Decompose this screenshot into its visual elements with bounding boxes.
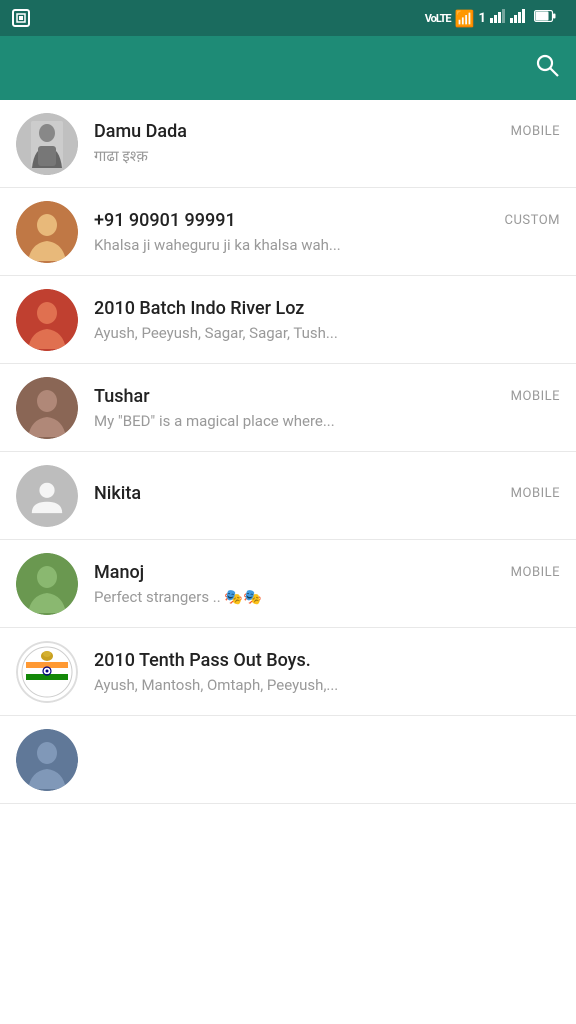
contact-name: Manoj xyxy=(94,562,144,583)
contact-item-damu-dada[interactable]: Damu Dada MOBILE गाढा इश्क़ xyxy=(0,100,576,188)
contact-label: MOBILE xyxy=(511,124,560,139)
contact-info: Tushar MOBILE My "BED" is a magical plac… xyxy=(94,386,560,430)
contact-item-partial[interactable] xyxy=(0,716,576,804)
contact-item-number-91[interactable]: +91 90901 99991 CUSTOM Khalsa ji wahegur… xyxy=(0,188,576,276)
contact-name: +91 90901 99991 xyxy=(94,210,236,231)
volte-icon: VoLTE xyxy=(425,12,451,25)
header xyxy=(0,36,576,100)
contact-info: 2010 Batch Indo River Loz Ayush, Peeyush… xyxy=(94,298,560,342)
avatar xyxy=(16,641,78,703)
contact-status: Perfect strangers .. 🎭🎭 xyxy=(94,588,262,606)
search-button[interactable] xyxy=(534,52,560,84)
avatar xyxy=(16,729,78,791)
contact-item-nikita[interactable]: Nikita MOBILE xyxy=(0,452,576,540)
contact-status: My "BED" is a magical place where... xyxy=(94,412,335,430)
contact-label: MOBILE xyxy=(511,486,560,501)
contact-name: Nikita xyxy=(94,483,141,504)
signal-icon xyxy=(490,9,506,27)
contact-item-tenth-boys[interactable]: 2010 Tenth Pass Out Boys. Ayush, Mantosh… xyxy=(0,628,576,716)
screenshot-icon xyxy=(12,9,30,27)
avatar xyxy=(16,113,78,175)
contact-item-tushar[interactable]: Tushar MOBILE My "BED" is a magical plac… xyxy=(0,364,576,452)
signal2-icon xyxy=(510,9,526,27)
avatar xyxy=(16,553,78,615)
contact-name: Tushar xyxy=(94,386,150,407)
contact-label: MOBILE xyxy=(511,389,560,404)
contact-item-batch-2010[interactable]: 2010 Batch Indo River Loz Ayush, Peeyush… xyxy=(0,276,576,364)
contact-status: Khalsa ji waheguru ji ka khalsa wah... xyxy=(94,236,341,254)
sim-icon: 1 xyxy=(479,11,486,26)
avatar xyxy=(16,377,78,439)
contact-name: Damu Dada xyxy=(94,121,187,142)
contact-name: 2010 Tenth Pass Out Boys. xyxy=(94,650,311,671)
wifi-icon: 📶 xyxy=(455,9,475,28)
contact-list: Damu Dada MOBILE गाढा इश्क़ +91 90901 99… xyxy=(0,100,576,1024)
contact-item-manoj[interactable]: Manoj MOBILE Perfect strangers .. 🎭🎭 xyxy=(0,540,576,628)
contact-status: Ayush, Mantosh, Omtaph, Peeyush,... xyxy=(94,676,338,694)
contact-name: 2010 Batch Indo River Loz xyxy=(94,298,304,319)
status-icons: VoLTE 📶 1 xyxy=(425,9,564,28)
battery-icon xyxy=(534,10,556,26)
contact-status: Ayush, Peeyush, Sagar, Sagar, Tush... xyxy=(94,324,338,342)
contact-info: 2010 Tenth Pass Out Boys. Ayush, Mantosh… xyxy=(94,650,560,694)
status-bar: VoLTE 📶 1 xyxy=(0,0,576,36)
contact-info: +91 90901 99991 CUSTOM Khalsa ji wahegur… xyxy=(94,210,560,254)
contact-label: MOBILE xyxy=(511,565,560,580)
contact-info xyxy=(94,758,560,762)
contact-info: Damu Dada MOBILE गाढा इश्क़ xyxy=(94,121,560,166)
avatar xyxy=(16,201,78,263)
contact-info: Manoj MOBILE Perfect strangers .. 🎭🎭 xyxy=(94,562,560,606)
avatar xyxy=(16,289,78,351)
contact-info: Nikita MOBILE xyxy=(94,483,560,508)
contact-status: गाढा इश्क़ xyxy=(94,147,148,165)
avatar xyxy=(16,465,78,527)
contact-label: CUSTOM xyxy=(505,213,560,228)
